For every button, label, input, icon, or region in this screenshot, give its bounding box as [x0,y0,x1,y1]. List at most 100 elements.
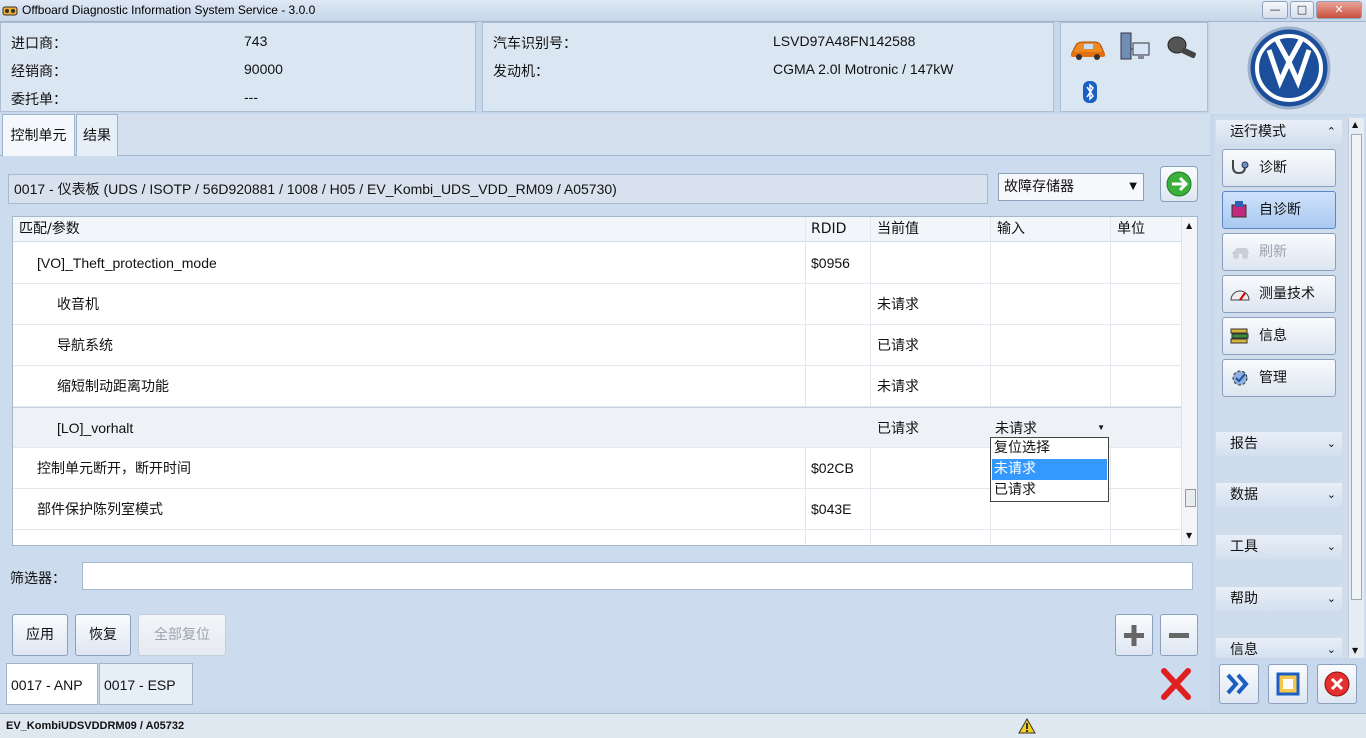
sidebar: 运行模式 ⌃ 诊断 自诊断 刷新 测量技术 信息 管理 报告 ⌄ 数据 ⌄ 工具… [1214,116,1366,658]
table-scrollbar[interactable]: ▲ ▼ [1181,217,1197,545]
column-header-unit[interactable]: 单位 [1111,217,1181,242]
gauge-icon [1230,290,1250,301]
sidebar-admin-button[interactable]: 管理 [1222,359,1336,397]
scroll-up-icon[interactable]: ▲ [1186,221,1192,230]
close-window-button[interactable]: ✕ [1316,1,1362,19]
sidebar-flash-button[interactable]: 刷新 [1222,233,1336,271]
function-select[interactable]: 故障存储器 ▼ [998,173,1144,201]
scroll-up-icon[interactable]: ▲ [1352,120,1358,129]
stethoscope-icon [1232,160,1249,175]
network-icon [1120,32,1150,60]
close-module-icon[interactable] [1160,667,1192,701]
vw-logo [1247,26,1331,110]
scroll-down-icon[interactable]: ▼ [1352,646,1358,655]
fit-screen-button[interactable] [1268,664,1308,704]
chevron-down-icon: ⌄ [1326,643,1336,656]
function-select-value: 故障存储器 [1004,179,1074,195]
param-name: [LO]_vorhalt [57,420,134,436]
restore-button[interactable]: 恢复 [75,614,131,656]
sidebar-info-button[interactable]: 信息 [1222,317,1336,355]
param-name: [VO]_Theft_protection_mode [37,255,217,271]
table-row[interactable]: 导航系统 已请求 [13,325,1181,366]
remove-button[interactable] [1160,614,1198,656]
tab-control-units[interactable]: 控制单元 [2,114,75,156]
input-combobox[interactable]: 未请求 ▼ [991,418,1111,438]
sidebar-scrollbar[interactable]: ▲ ▼ [1348,118,1364,658]
param-name: 导航系统 [57,337,113,353]
order-label: 委托单： [11,91,67,107]
double-chevron-right-icon [1226,673,1249,695]
vin-label: 汽车识别号： [493,35,577,51]
sidebar-info-label: 信息 [1259,328,1287,344]
param-current-value: 已请求 [877,420,919,436]
column-header-param[interactable]: 匹配/参数 [13,217,805,242]
input-combobox-value: 未请求 [995,420,1037,436]
param-name: 缩短制动距离功能 [57,378,169,394]
module-tab-esp[interactable]: 0017 - ESP [99,663,193,705]
param-rdid: $043E [811,501,852,517]
column-header-current[interactable]: 当前值 [871,217,991,242]
sidebar-section-info[interactable]: 信息 ⌄ [1216,638,1342,658]
sidebar-measurement-button[interactable]: 测量技术 [1222,275,1336,313]
chevron-down-icon: ▼ [1129,181,1137,192]
tab-strip [0,114,1210,156]
sidebar-section-label: 信息 [1230,642,1258,658]
title-bar: Offboard Diagnostic Information System S… [0,0,1366,22]
sidebar-section-tools[interactable]: 工具 ⌄ [1216,535,1342,559]
chevron-down-icon: ⌄ [1326,592,1336,605]
connection-status-panel [1060,22,1208,112]
sidebar-section-report[interactable]: 报告 ⌄ [1216,432,1342,456]
sidebar-flash-label: 刷新 [1259,244,1287,260]
add-button[interactable] [1115,614,1153,656]
dealer-value: 90000 [244,61,283,77]
status-text: EV_KombiUDSVDDRM09 / A05732 [6,720,185,732]
sidebar-section-data[interactable]: 数据 ⌄ [1216,483,1342,507]
table-row[interactable]: 收音机 未请求 [13,284,1181,325]
dropdown-option-reset[interactable]: 复位选择 [992,438,1107,459]
module-tab-strip: 0017 - ANP 0017 - ESP [6,663,1206,707]
sidebar-mode-header[interactable]: 运行模式 ⌃ [1216,120,1342,144]
status-bar: EV_KombiUDSVDDRM09 / A05732 [0,713,1366,738]
flash-icon [1231,248,1249,259]
table-row[interactable]: [VO]_Theft_protection_mode $0956 [13,243,1181,284]
sidebar-diagnosis-button[interactable]: 诊断 [1222,149,1336,187]
dropdown-option-requested[interactable]: 已请求 [992,480,1107,501]
app-icon [2,6,18,16]
table-row[interactable]: 缩短制动距离功能 未请求 [13,366,1181,407]
forward-button[interactable] [1219,664,1259,704]
minus-icon [1169,633,1189,638]
go-button[interactable] [1160,166,1198,202]
warning-icon[interactable] [1018,718,1036,734]
tab-results[interactable]: 结果 [76,114,118,156]
maximize-button[interactable]: □ [1290,1,1314,19]
column-header-rdid[interactable]: RDID [805,217,871,242]
scroll-thumb[interactable] [1185,489,1196,507]
window-title: Offboard Diagnostic Information System S… [22,3,316,17]
column-header-input[interactable]: 输入 [991,217,1111,242]
chevron-down-icon: ⌄ [1326,488,1336,501]
param-name: 部件保护陈列室模式 [37,501,163,517]
sidebar-section-label: 报告 [1230,436,1258,452]
filter-label: 筛选器： [10,571,66,587]
arrow-right-icon [1166,171,1192,197]
minimize-button[interactable]: — [1262,1,1288,19]
param-rdid: $0956 [811,255,850,271]
sidebar-section-help[interactable]: 帮助 ⌄ [1216,587,1342,611]
param-name: 收音机 [57,296,99,312]
engine-value: CGMA 2.0l Motronic / 147kW [773,61,954,77]
chevron-down-icon: ⌄ [1326,540,1336,553]
input-dropdown-list: 复位选择 未请求 已请求 [990,437,1109,502]
dropdown-option-not-requested[interactable]: 未请求 [992,459,1107,480]
scroll-down-icon[interactable]: ▼ [1186,531,1192,540]
module-tab-anp[interactable]: 0017 - ANP [6,663,98,705]
filter-input[interactable] [82,562,1193,590]
sidebar-self-diagnosis-button[interactable]: 自诊断 [1222,191,1336,229]
scroll-thumb[interactable] [1351,134,1362,600]
key-icon [1167,36,1196,59]
reset-all-button[interactable]: 全部复位 [138,614,226,656]
bluetooth-icon [1083,81,1097,103]
apply-button[interactable]: 应用 [12,614,68,656]
dealer-label: 经销商： [11,63,67,79]
exit-button[interactable] [1317,664,1357,704]
self-diagnosis-icon [1231,201,1247,218]
